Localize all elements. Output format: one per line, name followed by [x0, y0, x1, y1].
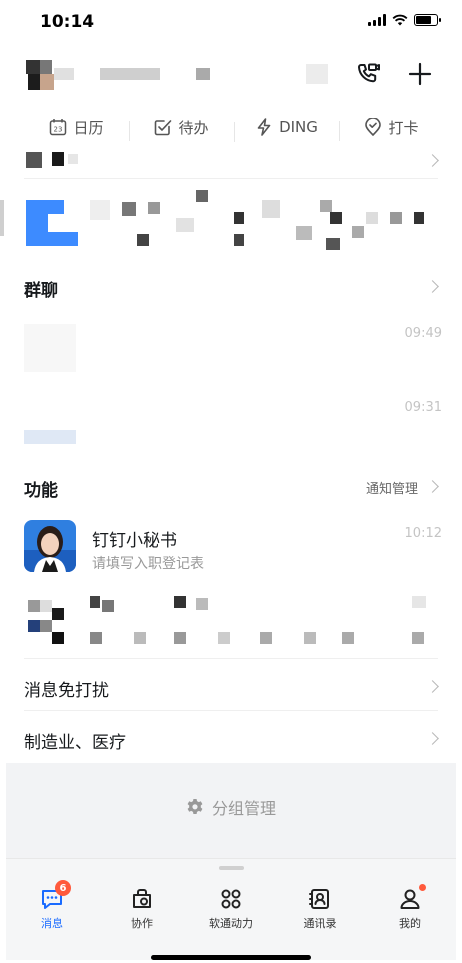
apps-grid-icon	[221, 889, 241, 909]
secretary-avatar	[24, 520, 76, 572]
shortcut-label: 日历	[73, 118, 104, 137]
tab-apps[interactable]: 软通动力	[191, 886, 271, 931]
industry-title: 制造业、医疗	[24, 733, 126, 753]
header-account[interactable]	[0, 52, 462, 100]
battery-icon	[414, 14, 441, 26]
gear-icon	[187, 799, 203, 814]
collab-icon	[133, 889, 151, 908]
secretary-time: 10:12	[404, 526, 442, 541]
todo-check-icon	[155, 120, 172, 136]
shortcut-todo[interactable]: 待办	[129, 117, 234, 141]
secretary-subtitle: 请填写入职登记表	[92, 556, 204, 572]
tab-label: 我的	[399, 917, 421, 930]
chevron-right-icon	[426, 154, 439, 167]
blurred-banner[interactable]	[0, 190, 440, 258]
tab-label: 软通动力	[209, 917, 253, 930]
section-title-features: 功能	[24, 481, 58, 501]
shortcut-calendar[interactable]: 23 日历	[24, 117, 129, 138]
unread-badge: 6	[55, 880, 71, 896]
tab-collab[interactable]: 协作	[102, 886, 182, 931]
list-item[interactable]	[24, 150, 439, 172]
contacts-icon	[309, 889, 329, 909]
chevron-right-icon	[426, 280, 439, 293]
home-indicator[interactable]	[151, 955, 311, 960]
group-management-button[interactable]: 分组管理	[0, 795, 462, 819]
calendar-icon: 23	[50, 119, 67, 136]
notification-dot	[419, 884, 426, 891]
list-item[interactable]	[24, 594, 444, 650]
drag-handle[interactable]	[219, 866, 244, 870]
video-call-button[interactable]	[352, 58, 384, 90]
lightning-icon	[257, 118, 271, 136]
tab-label: 协作	[131, 917, 153, 930]
location-check-icon	[365, 118, 382, 136]
tab-messages[interactable]: 消息	[12, 886, 92, 931]
chat-time: 09:31	[404, 400, 442, 415]
cellular-signal-icon	[368, 14, 386, 26]
shortcut-label: 待办	[178, 118, 209, 137]
notification-management-link[interactable]: 通知管理	[366, 478, 418, 497]
group-chat-item[interactable]	[24, 320, 444, 380]
secretary-name: 钉钉小秘书	[92, 531, 177, 551]
chat-time: 09:49	[404, 326, 442, 341]
tab-label: 通讯录	[303, 917, 337, 930]
group-management-label: 分组管理	[211, 799, 276, 818]
shortcut-label: DING	[279, 118, 318, 136]
svg-text:23: 23	[54, 126, 63, 134]
group-chat-header[interactable]	[24, 270, 439, 302]
shortcut-ding[interactable]: DING	[234, 118, 339, 142]
shortcut-label: 打卡	[388, 118, 419, 137]
tab-profile[interactable]: 我的	[370, 886, 450, 931]
wifi-icon	[392, 14, 408, 26]
status-icons	[368, 14, 441, 26]
tab-label: 消息	[41, 917, 63, 930]
chevron-right-icon	[426, 480, 439, 493]
tab-contacts[interactable]: 通讯录	[280, 886, 360, 931]
shortcut-punch[interactable]: 打卡	[339, 117, 444, 141]
group-chat-item[interactable]	[24, 390, 444, 450]
shortcut-bar: 23 日历 待办 DING 打卡	[24, 112, 444, 142]
phone-video-icon	[358, 63, 380, 83]
add-button[interactable]	[404, 58, 436, 90]
mute-title: 消息免打扰	[24, 681, 109, 701]
plus-icon	[408, 62, 432, 86]
status-time: 10:14	[40, 12, 95, 32]
